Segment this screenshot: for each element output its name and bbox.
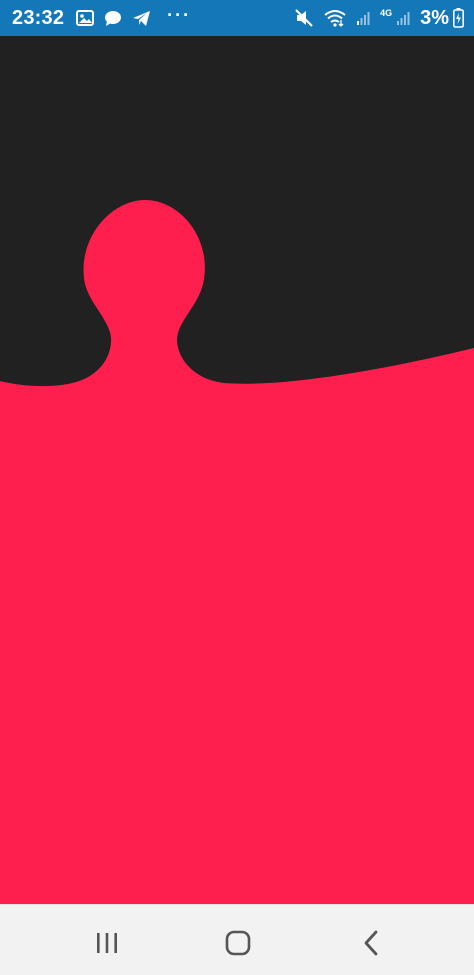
home-button[interactable] bbox=[218, 923, 258, 963]
puzzle-shape-svg bbox=[0, 36, 474, 904]
battery-percent: 3% bbox=[420, 6, 449, 29]
main-canvas bbox=[0, 36, 474, 904]
wifi-icon bbox=[324, 9, 346, 27]
chat-bubble-icon bbox=[104, 10, 122, 27]
signal-icon bbox=[356, 10, 370, 26]
network-type-label: 4G bbox=[380, 7, 393, 18]
status-left-group: 23:32 ··· bbox=[12, 0, 191, 36]
status-right-group: 4G 3% bbox=[294, 0, 464, 36]
recents-icon bbox=[97, 933, 117, 953]
battery-charging-icon bbox=[453, 8, 464, 28]
overflow-dots: ··· bbox=[167, 5, 192, 25]
gallery-icon bbox=[76, 10, 95, 26]
back-button[interactable] bbox=[352, 923, 392, 963]
clock: 23:32 bbox=[12, 6, 65, 29]
recents-button[interactable] bbox=[87, 923, 127, 963]
navigation-bar bbox=[0, 904, 474, 975]
telegram-icon bbox=[132, 10, 151, 27]
mute-icon bbox=[294, 9, 314, 27]
home-icon bbox=[225, 930, 251, 956]
status-bar: 23:32 ··· 4G 3% bbox=[0, 0, 474, 36]
back-icon bbox=[364, 930, 378, 956]
signal-icon bbox=[396, 10, 410, 26]
